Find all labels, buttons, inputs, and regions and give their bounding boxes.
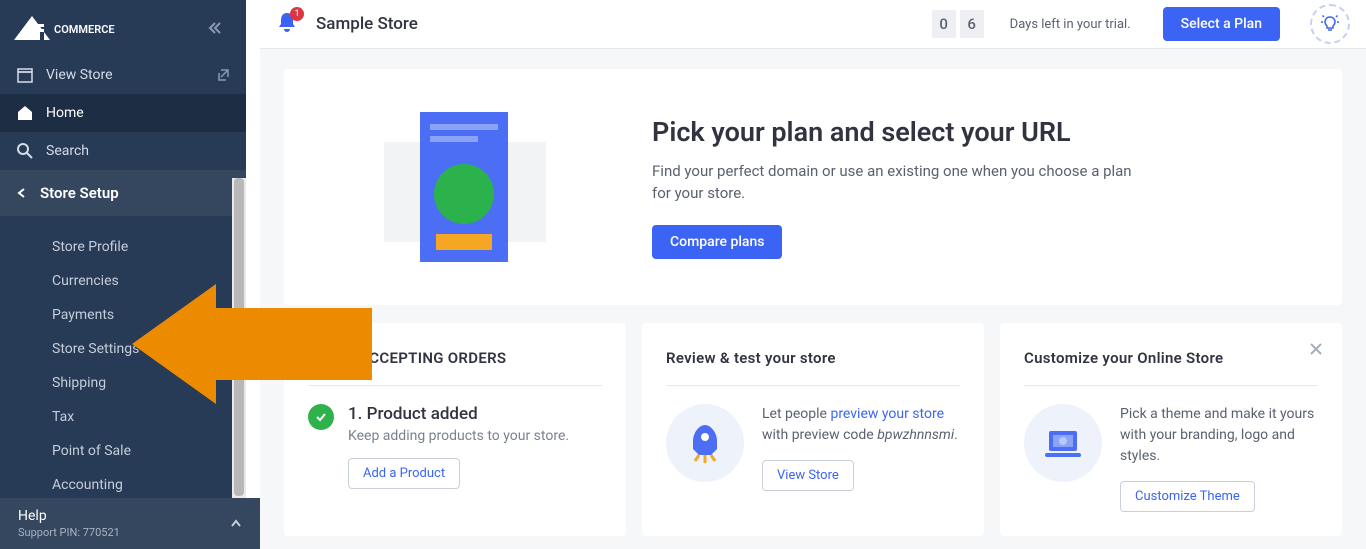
store-icon xyxy=(16,66,34,84)
section-header-label: Store Setup xyxy=(40,184,119,202)
panel-title: START ACCEPTING ORDERS xyxy=(308,349,602,367)
external-link-icon xyxy=(216,68,230,82)
sub-item-point-of-sale[interactable]: Point of Sale xyxy=(0,434,246,468)
customize-theme-button[interactable]: Customize Theme xyxy=(1120,481,1255,512)
hero-title: Pick your plan and select your URL xyxy=(652,116,1302,148)
nav-view-store[interactable]: View Store xyxy=(0,56,246,94)
chevron-left-icon xyxy=(16,187,28,199)
sub-item-tax[interactable]: Tax xyxy=(0,400,246,434)
compare-plans-button[interactable]: Compare plans xyxy=(652,225,782,259)
help-label: Help xyxy=(18,508,120,524)
main-content: Pick your plan and select your URL Find … xyxy=(260,49,1366,549)
rocket-icon xyxy=(666,404,744,482)
hero-illustration xyxy=(324,97,604,277)
bigcommerce-logo: COMMERCE xyxy=(14,16,130,40)
sub-item-currencies[interactable]: Currencies xyxy=(0,264,246,298)
sub-item-shipping[interactable]: Shipping xyxy=(0,366,246,400)
check-icon xyxy=(308,404,334,430)
notification-badge: 1 xyxy=(290,7,304,21)
trial-days: 0 6 xyxy=(932,10,984,38)
collapse-sidebar-icon[interactable] xyxy=(202,16,226,40)
sub-item-accounting[interactable]: Accounting xyxy=(0,468,246,502)
hero-card: Pick your plan and select your URL Find … xyxy=(284,69,1342,305)
close-icon xyxy=(1308,341,1324,357)
panel-start-accepting-orders: START ACCEPTING ORDERS 1. Product added … xyxy=(284,323,626,536)
sidebar-section-store-setup[interactable]: Store Setup xyxy=(0,170,246,216)
nav-home[interactable]: Home xyxy=(0,94,246,132)
svg-text:COMMERCE: COMMERCE xyxy=(54,23,115,36)
trial-digit: 6 xyxy=(960,10,984,38)
hero-subtitle: Find your perfect domain or use an exist… xyxy=(652,160,1132,205)
sidebar-scrollbar[interactable] xyxy=(232,178,246,510)
topbar: 1 Sample Store 0 6 Days left in your tri… xyxy=(260,0,1366,49)
sub-item-store-settings[interactable]: Store Settings xyxy=(0,332,246,366)
laptop-icon xyxy=(1024,404,1102,482)
panel-customize-store: Customize your Online Store Pick a theme… xyxy=(1000,323,1342,536)
trial-text: Days left in your trial. xyxy=(1010,17,1131,32)
nav-label: Search xyxy=(46,143,89,159)
view-store-button[interactable]: View Store xyxy=(762,460,854,491)
step-subtitle: Keep adding products to your store. xyxy=(348,428,602,444)
sidebar: COMMERCE View Store Home Search Store Se… xyxy=(0,0,246,549)
panel-body-text: Pick a theme and make it yours with your… xyxy=(1120,404,1318,467)
nav-label: Home xyxy=(46,105,84,121)
panel-title: Review & test your store xyxy=(666,349,960,367)
nav-label: View Store xyxy=(46,67,113,83)
store-name: Sample Store xyxy=(316,14,418,34)
close-panel-button[interactable] xyxy=(1308,341,1324,361)
chevron-up-icon xyxy=(230,518,242,530)
select-plan-button[interactable]: Select a Plan xyxy=(1163,7,1280,41)
tips-button[interactable] xyxy=(1310,4,1350,44)
add-product-button[interactable]: Add a Product xyxy=(348,458,460,489)
panel-review-test-store: Review & test your store Let people prev… xyxy=(642,323,984,536)
preview-store-link[interactable]: preview your store xyxy=(830,406,944,422)
home-icon xyxy=(16,104,34,122)
lightbulb-icon xyxy=(1321,15,1339,33)
nav-search[interactable]: Search xyxy=(0,132,246,170)
help-bar[interactable]: Help Support PIN: 770521 xyxy=(0,498,260,549)
notifications-button[interactable]: 1 xyxy=(276,11,298,37)
panel-body-text: Let people preview your store with previ… xyxy=(762,404,960,446)
scrollbar-thumb[interactable] xyxy=(234,178,244,496)
help-pin: Support PIN: 770521 xyxy=(18,526,120,539)
sub-item-payments[interactable]: Payments xyxy=(0,298,246,332)
panel-title: Customize your Online Store xyxy=(1024,349,1318,367)
step-title: 1. Product added xyxy=(348,404,602,424)
search-icon xyxy=(16,142,34,160)
sub-item-store-profile[interactable]: Store Profile xyxy=(0,230,246,264)
trial-digit: 0 xyxy=(932,10,956,38)
preview-code: bpwzhnnsmi xyxy=(877,427,954,443)
